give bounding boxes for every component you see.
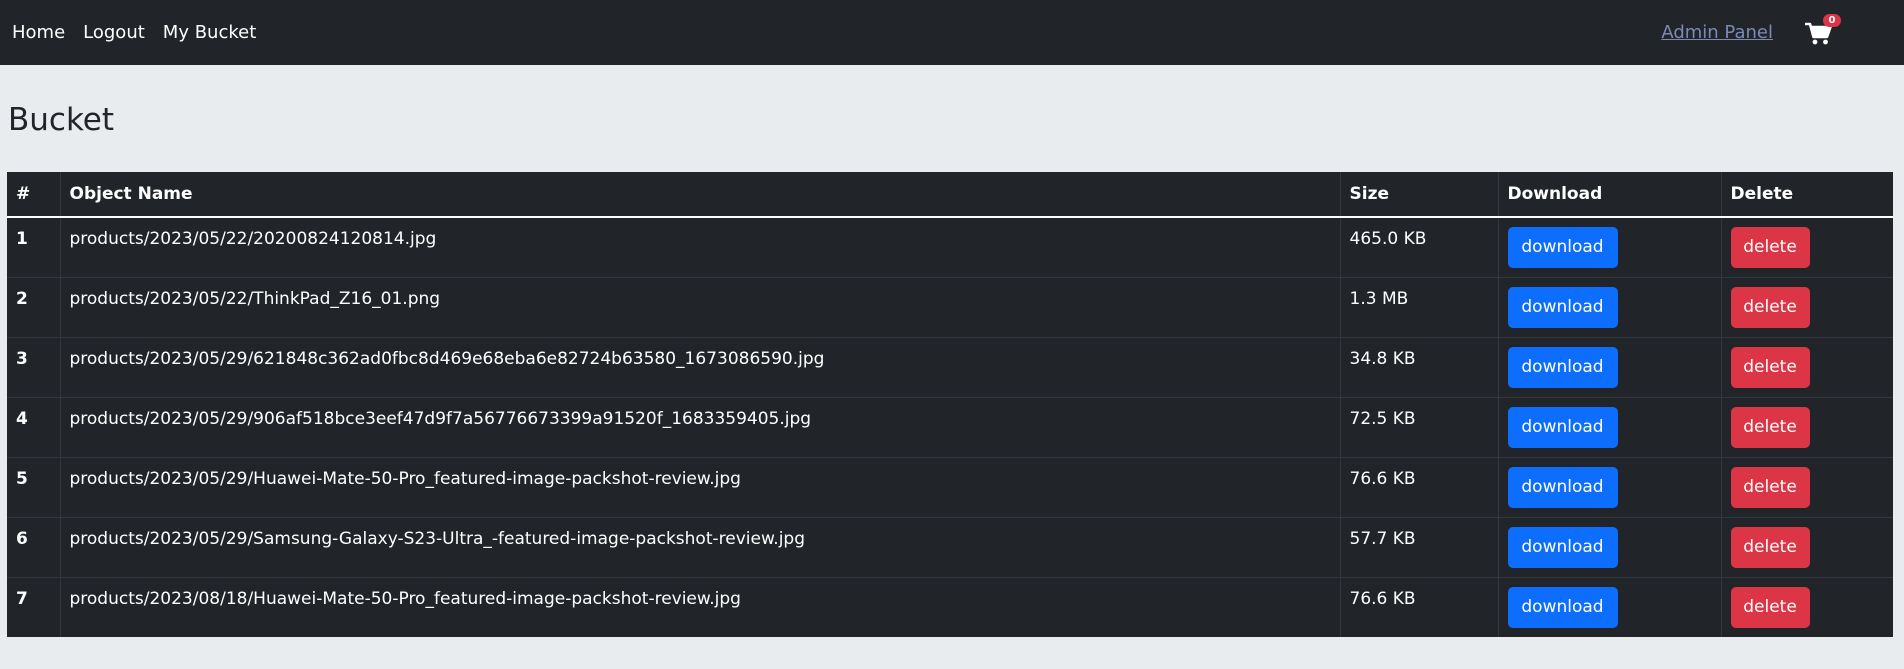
bucket-table: # Object Name Size Download Delete 1 prod…	[7, 172, 1893, 637]
nav-logout-link[interactable]: Logout	[83, 22, 145, 43]
row-download-cell: download	[1498, 277, 1722, 337]
row-index: 5	[7, 457, 61, 517]
nav-left: Home Logout My Bucket	[12, 22, 274, 43]
row-download-cell: download	[1498, 517, 1722, 577]
navbar: Home Logout My Bucket Admin Panel 0	[0, 0, 1904, 65]
table-header: # Object Name Size Download Delete	[7, 172, 1893, 218]
row-download-cell: download	[1498, 457, 1722, 517]
row-delete-cell: delete	[1721, 397, 1893, 457]
row-size: 72.5 KB	[1340, 397, 1499, 457]
row-download-cell: download	[1498, 217, 1722, 277]
row-index: 4	[7, 397, 61, 457]
row-object-name: products/2023/05/29/906af518bce3eef47d9f…	[60, 397, 1341, 457]
download-button[interactable]: download	[1507, 227, 1618, 268]
table-row: 6 products/2023/05/29/Samsung-Galaxy-S23-…	[7, 517, 1893, 577]
table-header-row: # Object Name Size Download Delete	[7, 172, 1893, 218]
header-object-name: Object Name	[60, 172, 1341, 218]
table-row: 3 products/2023/05/29/621848c362ad0fbc8d4…	[7, 337, 1893, 397]
download-button[interactable]: download	[1507, 346, 1618, 388]
row-size: 465.0 KB	[1340, 217, 1499, 277]
row-delete-cell: delete	[1721, 277, 1893, 337]
admin-panel-link[interactable]: Admin Panel	[1661, 22, 1773, 43]
row-size: 34.8 KB	[1340, 337, 1499, 397]
download-button[interactable]: download	[1507, 466, 1618, 508]
row-index: 1	[7, 217, 61, 277]
bucket-table-container: # Object Name Size Download Delete 1 prod…	[7, 172, 1893, 637]
row-delete-cell: delete	[1721, 217, 1893, 277]
table-row: 4 products/2023/05/29/906af518bce3eef47d9…	[7, 397, 1893, 457]
cart-button[interactable]: 0	[1805, 13, 1841, 46]
row-size: 57.7 KB	[1340, 517, 1499, 577]
row-object-name: products/2023/05/22/20200824120814.jpg	[60, 217, 1341, 277]
delete-button[interactable]: delete	[1730, 286, 1810, 328]
table-row: 2 products/2023/05/22/ThinkPad_Z16_01.png…	[7, 277, 1893, 337]
row-size: 1.3 MB	[1340, 277, 1499, 337]
row-object-name: products/2023/05/29/Samsung-Galaxy-S23-U…	[60, 517, 1341, 577]
delete-button[interactable]: delete	[1730, 227, 1810, 268]
row-download-cell: download	[1498, 397, 1722, 457]
header-delete: Delete	[1721, 172, 1893, 218]
row-delete-cell: delete	[1721, 337, 1893, 397]
table-row: 7 products/2023/08/18/Huawei-Mate-50-Pro_…	[7, 577, 1893, 637]
row-object-name: products/2023/05/29/Huawei-Mate-50-Pro_f…	[60, 457, 1341, 517]
delete-button[interactable]: delete	[1730, 346, 1810, 388]
row-size: 76.6 KB	[1340, 577, 1499, 637]
row-delete-cell: delete	[1721, 577, 1893, 637]
row-size: 76.6 KB	[1340, 457, 1499, 517]
row-delete-cell: delete	[1721, 457, 1893, 517]
nav-my-bucket-link[interactable]: My Bucket	[163, 22, 256, 43]
header-download: Download	[1498, 172, 1722, 218]
download-button[interactable]: download	[1507, 586, 1618, 628]
download-button[interactable]: download	[1507, 406, 1618, 448]
cart-count-badge: 0	[1823, 13, 1841, 27]
delete-button[interactable]: delete	[1730, 466, 1810, 508]
download-button[interactable]: download	[1507, 286, 1618, 328]
row-object-name: products/2023/05/29/621848c362ad0fbc8d46…	[60, 337, 1341, 397]
header-size: Size	[1340, 172, 1499, 218]
row-index: 3	[7, 337, 61, 397]
download-button[interactable]: download	[1507, 526, 1618, 568]
header-index: #	[7, 172, 61, 218]
delete-button[interactable]: delete	[1730, 406, 1810, 448]
page-title: Bucket	[8, 102, 115, 138]
row-index: 2	[7, 277, 61, 337]
row-index: 7	[7, 577, 61, 637]
delete-button[interactable]: delete	[1730, 586, 1810, 628]
row-index: 6	[7, 517, 61, 577]
row-object-name: products/2023/08/18/Huawei-Mate-50-Pro_f…	[60, 577, 1341, 637]
delete-button[interactable]: delete	[1730, 526, 1810, 568]
row-download-cell: download	[1498, 337, 1722, 397]
table-body: 1 products/2023/05/22/20200824120814.jpg 4…	[7, 217, 1893, 637]
row-delete-cell: delete	[1721, 517, 1893, 577]
row-download-cell: download	[1498, 577, 1722, 637]
table-row: 1 products/2023/05/22/20200824120814.jpg 4…	[7, 217, 1893, 277]
table-row: 5 products/2023/05/29/Huawei-Mate-50-Pro_…	[7, 457, 1893, 517]
row-object-name: products/2023/05/22/ThinkPad_Z16_01.png	[60, 277, 1341, 337]
nav-home-link[interactable]: Home	[12, 22, 65, 43]
nav-right: Admin Panel 0	[1661, 13, 1841, 46]
